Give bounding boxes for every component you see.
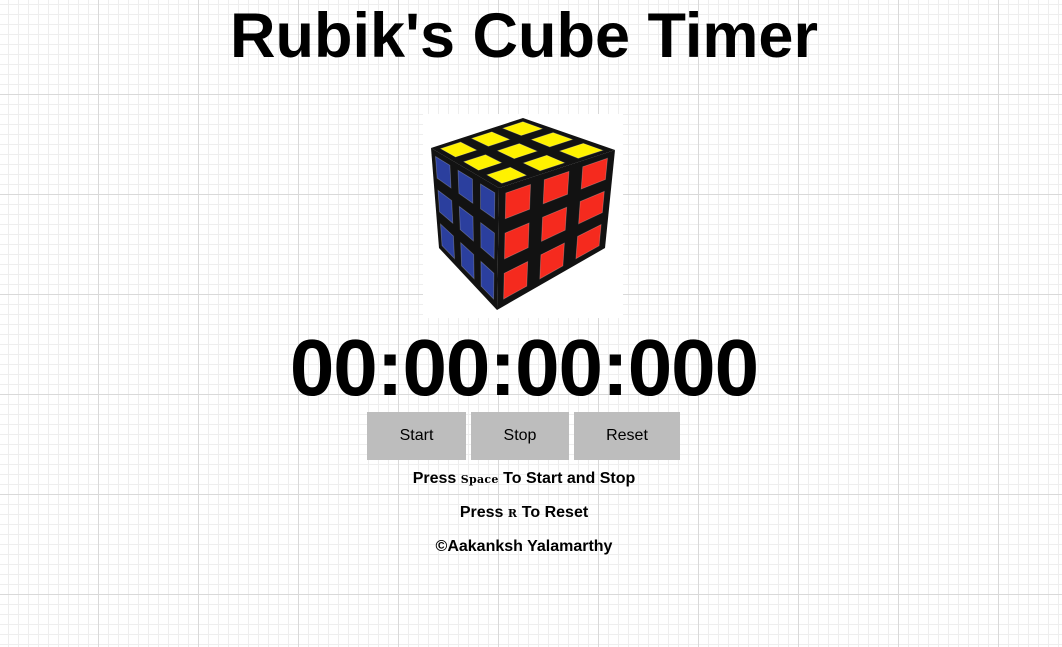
- reset-instruction: Press R To Reset: [0, 503, 1048, 524]
- reset-prefix: Press: [459, 504, 504, 521]
- stop-button[interactable]: Stop: [471, 412, 569, 460]
- reset-button[interactable]: Reset: [574, 412, 680, 460]
- timer-page: Rubik's Cube Timer 00:00:00:000 Start St…: [0, 0, 1062, 647]
- timer-display: 00:00:00:000: [289, 323, 759, 412]
- page-title: Rubik's Cube Timer: [230, 1, 818, 71]
- footer-credit: ©Aakanksh Yalamarthy: [435, 538, 613, 555]
- start-button[interactable]: Start: [367, 412, 466, 460]
- start-stop-suffix: To Start and Stop: [503, 470, 636, 487]
- start-stop-prefix: Press: [412, 470, 457, 487]
- control-buttons: Start Stop Reset: [367, 412, 680, 460]
- space-key-label: Space: [460, 473, 499, 486]
- start-stop-instruction: Press Space To Start and Stop: [0, 469, 1048, 490]
- rubiks-cube-icon: [431, 118, 615, 310]
- r-key-label: R: [507, 507, 518, 520]
- rubiks-cube-image: [423, 114, 623, 318]
- reset-suffix: To Reset: [521, 504, 589, 521]
